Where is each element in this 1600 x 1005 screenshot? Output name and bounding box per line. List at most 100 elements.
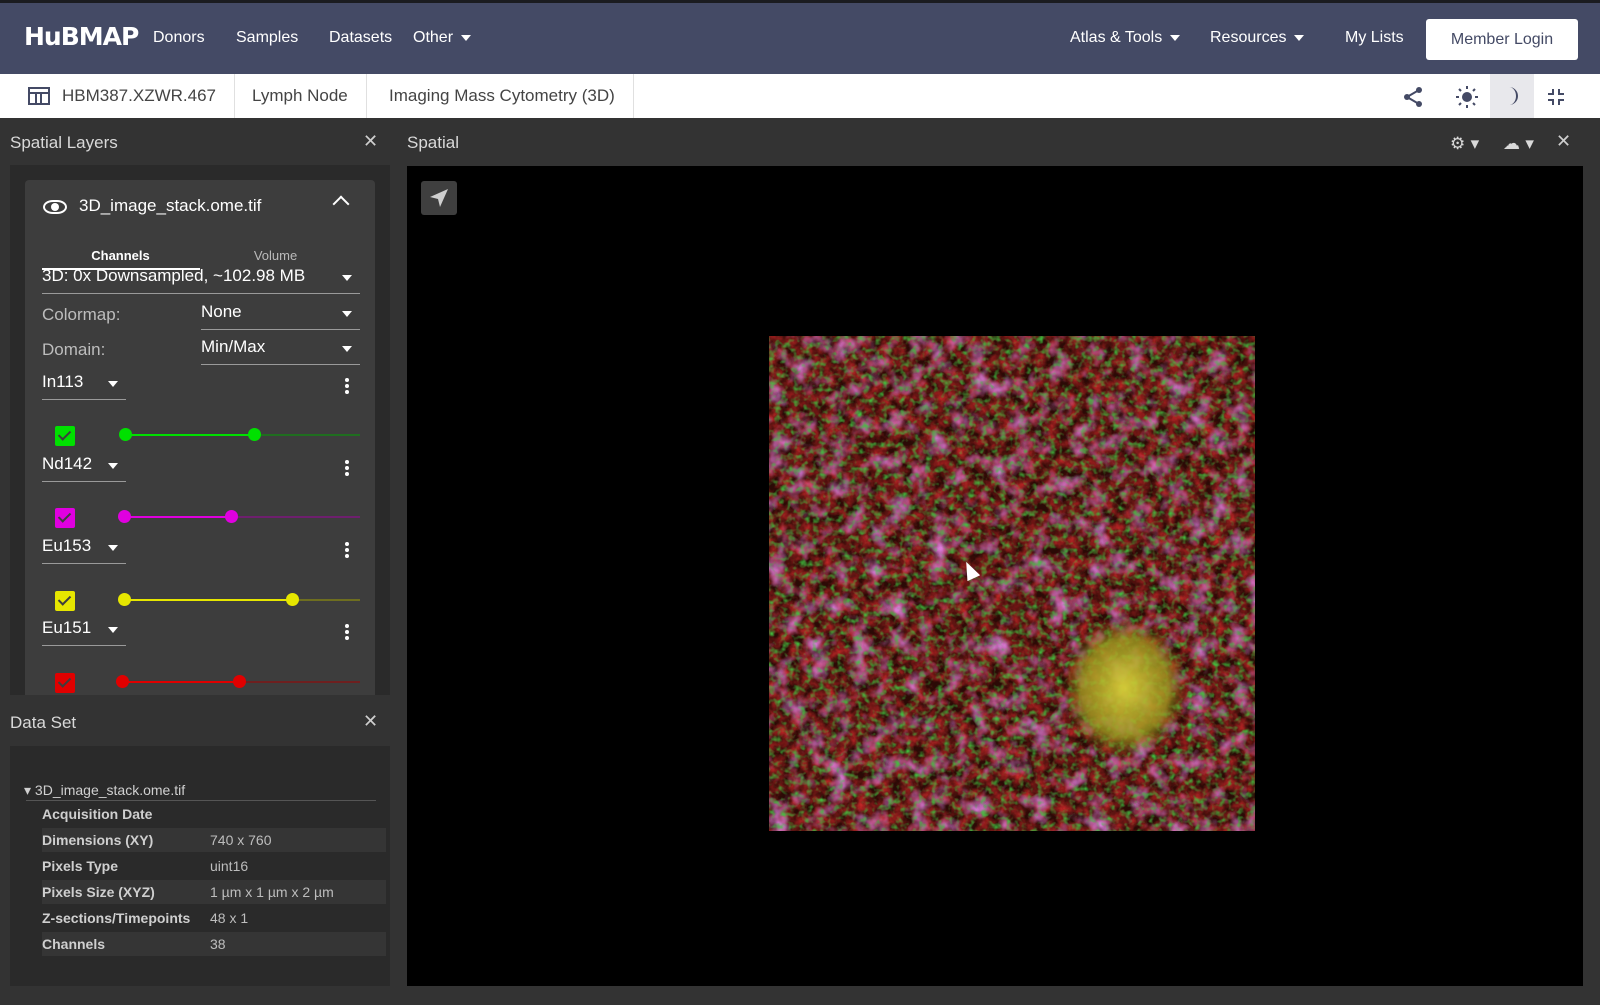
tab-channels[interactable]: Channels xyxy=(43,248,198,263)
channel-name: Eu153 xyxy=(42,536,92,555)
chevron-down-icon xyxy=(108,627,118,633)
domain-value: Min/Max xyxy=(201,337,266,356)
metadata-value: 38 xyxy=(210,936,226,952)
nav-samples[interactable]: Samples xyxy=(236,29,298,47)
image-layer-card: 3D_image_stack.ome.tif Channels Volume 3… xyxy=(25,180,375,695)
member-login-button[interactable]: Member Login xyxy=(1426,19,1578,60)
channel-slider-max-handle[interactable] xyxy=(225,510,238,523)
metadata-value: 48 x 1 xyxy=(210,910,249,926)
metadata-row: Pixels Type uint16 xyxy=(42,854,386,878)
dataset-file-name: 3D_image_stack.ome.tif xyxy=(34,782,186,798)
chevron-down-icon xyxy=(1294,34,1305,41)
table-icon xyxy=(28,87,50,105)
chevron-down-icon xyxy=(108,545,118,551)
channel-slider-min-handle[interactable] xyxy=(118,593,131,606)
channel-slider-fill xyxy=(125,516,232,518)
channel-select[interactable]: Eu151 xyxy=(42,618,126,646)
dark-mode-icon[interactable] xyxy=(1490,74,1534,118)
chevron-down-icon xyxy=(108,381,118,387)
tab-volume[interactable]: Volume xyxy=(198,248,353,263)
colormap-label: Colormap: xyxy=(42,305,121,324)
channel-menu-icon[interactable] xyxy=(345,378,349,382)
metadata-key: Dimensions (XY) xyxy=(42,832,154,848)
metadata-row: Channels 38 xyxy=(42,932,386,956)
settings-gear-icon[interactable]: ⚙ ▾ xyxy=(1450,134,1479,154)
chevron-up-icon[interactable] xyxy=(332,195,350,213)
channel-slider-max-handle[interactable] xyxy=(248,428,261,441)
chevron-down-icon xyxy=(342,275,352,281)
channel-select[interactable]: In113 xyxy=(42,372,126,400)
chevron-down-icon xyxy=(342,311,352,317)
nav-datasets[interactable]: Datasets xyxy=(329,29,392,47)
metadata-row: Dimensions (XY) 740 x 760 xyxy=(42,828,386,852)
channel-select[interactable]: Eu153 xyxy=(42,536,126,564)
chevron-down-icon xyxy=(461,34,472,41)
channel-slider-fill xyxy=(123,681,240,683)
metadata-key: Channels xyxy=(42,936,106,952)
channel-slider-min-handle[interactable] xyxy=(118,510,131,523)
metadata-row: Z-sections/Timepoints 48 x 1 xyxy=(42,906,386,930)
share-icon[interactable] xyxy=(1400,84,1426,110)
nav-other-dropdown[interactable]: Other xyxy=(413,29,472,47)
spatial-layers-panel: 3D_image_stack.ome.tif Channels Volume 3… xyxy=(10,165,390,695)
close-icon[interactable]: ✕ xyxy=(363,131,378,152)
exit-fullscreen-icon[interactable] xyxy=(1543,84,1569,110)
channel-name: Eu151 xyxy=(42,618,92,637)
channel-slider-max-handle[interactable] xyxy=(286,593,299,606)
nav-donors[interactable]: Donors xyxy=(153,29,205,47)
divider xyxy=(26,800,376,801)
channel-name: Nd142 xyxy=(42,454,93,473)
nav-other-label: Other xyxy=(413,29,454,46)
spatial-title: Spatial xyxy=(407,133,459,152)
channel-slider-fill xyxy=(125,434,255,436)
dataset-file-tree-item[interactable]: ▾ 3D_image_stack.ome.tif xyxy=(24,782,185,799)
close-icon[interactable]: ✕ xyxy=(1556,131,1571,152)
channel-select[interactable]: Nd142 xyxy=(42,454,126,482)
metadata-key: Pixels Type xyxy=(42,858,119,874)
nav-resources-label: Resources xyxy=(1210,29,1287,46)
chevron-down-icon xyxy=(342,346,352,352)
channel-menu-icon[interactable] xyxy=(345,460,349,464)
metadata-value: 1 µm x 1 µm x 2 µm xyxy=(210,884,334,900)
resolution-select[interactable]: 3D: 0x Downsampled, ~102.98 MB xyxy=(42,266,360,294)
metadata-key: Z-sections/Timepoints xyxy=(42,910,191,926)
domain-label: Domain: xyxy=(42,340,106,359)
navigation-arrow-icon xyxy=(430,189,448,207)
close-icon[interactable]: ✕ xyxy=(363,711,378,732)
domain-select[interactable]: Min/Max xyxy=(201,337,360,365)
channel-menu-icon[interactable] xyxy=(345,542,349,546)
dataset-id-label: HBM387.XZWR.467 xyxy=(62,86,216,105)
eye-icon[interactable] xyxy=(43,200,67,214)
channel-visible-checkbox[interactable] xyxy=(55,591,75,611)
data-set-title: Data Set xyxy=(10,713,77,732)
metadata-value: uint16 xyxy=(210,858,249,874)
nav-my-lists[interactable]: My Lists xyxy=(1345,29,1404,47)
cloud-download-icon[interactable]: ☁ ▾ xyxy=(1503,134,1534,154)
triangle-down-icon: ▾ xyxy=(24,782,32,798)
nav-resources-dropdown[interactable]: Resources xyxy=(1210,29,1305,47)
channel-slider-min-handle[interactable] xyxy=(116,675,129,688)
channel-slider-fill xyxy=(125,599,293,601)
nav-atlas-label: Atlas & Tools xyxy=(1070,29,1163,46)
metadata-key: Acquisition Date xyxy=(42,806,153,822)
metadata-row: Pixels Size (XYZ) 1 µm x 1 µm x 2 µm xyxy=(42,880,386,904)
channel-slider-min-handle[interactable] xyxy=(119,428,132,441)
channel-name: In113 xyxy=(42,372,84,391)
channel-menu-icon[interactable] xyxy=(345,624,349,628)
resolution-value: 3D: 0x Downsampled, ~102.98 MB xyxy=(42,266,306,285)
nav-atlas-tools-dropdown[interactable]: Atlas & Tools xyxy=(1070,29,1181,47)
colormap-value: None xyxy=(201,302,242,321)
colormap-select[interactable]: None xyxy=(201,302,360,330)
spatial-viewport[interactable] xyxy=(407,166,1583,986)
hubmap-logo[interactable]: HuBMAP xyxy=(24,22,139,51)
metadata-value: 740 x 760 xyxy=(210,832,272,848)
data-set-panel: ▾ 3D_image_stack.ome.tif Acquisition Dat… xyxy=(10,746,390,986)
channel-visible-checkbox[interactable] xyxy=(55,673,75,693)
channel-slider-max-handle[interactable] xyxy=(233,675,246,688)
navigate-tool-button[interactable] xyxy=(421,181,457,215)
light-mode-icon[interactable] xyxy=(1454,84,1480,110)
breadcrumb-organ: Lymph Node xyxy=(234,74,367,118)
breadcrumb-dataset-id[interactable]: HBM387.XZWR.467 xyxy=(10,74,235,118)
channel-visible-checkbox[interactable] xyxy=(55,508,75,528)
channel-visible-checkbox[interactable] xyxy=(55,426,75,446)
